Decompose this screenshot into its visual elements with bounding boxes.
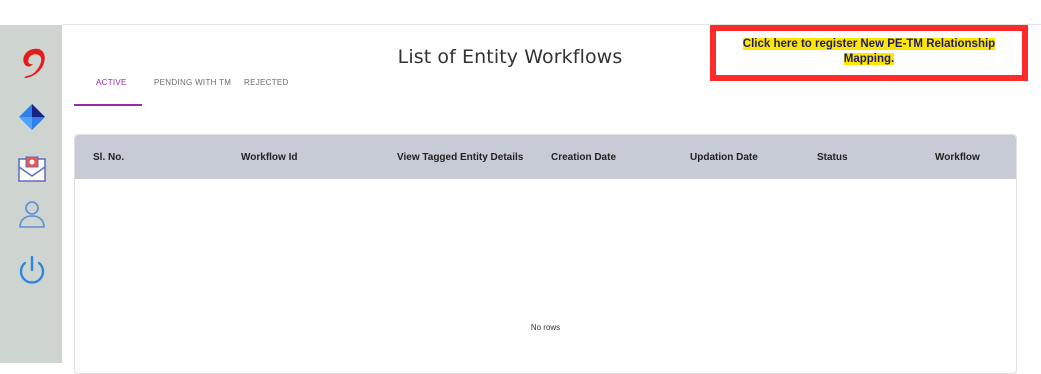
register-mapping-link[interactable]: Click here to register New PE-TM Relatio… [742,37,996,67]
sidebar [0,25,62,363]
tab-active[interactable]: ACTIVE [96,78,127,87]
column-header-sl-no[interactable]: Sl. No. [93,152,124,163]
column-header-status[interactable]: Status [817,152,848,163]
column-header-updation-date[interactable]: Updation Date [690,152,758,163]
register-link-line1: Click here to register New PE-TM Relatio… [742,38,996,50]
user-icon[interactable] [15,197,49,231]
register-callout: Click here to register New PE-TM Relatio… [710,25,1028,81]
column-header-creation-date[interactable]: Creation Date [551,152,616,163]
brand-logo-icon[interactable] [15,45,49,79]
tab-pending-with-tm[interactable]: PENDING WITH TM [154,78,231,87]
grid-header: Sl. No. Workflow Id View Tagged Entity D… [75,135,1016,179]
column-header-workflow-id[interactable]: Workflow Id [241,152,297,163]
mail-icon[interactable] [15,153,49,187]
workflows-grid: Sl. No. Workflow Id View Tagged Entity D… [74,134,1017,374]
power-icon[interactable] [15,254,49,288]
tab-rejected[interactable]: REJECTED [244,78,289,87]
column-header-workflow[interactable]: Workflow [935,152,980,163]
active-tab-indicator [74,104,142,106]
column-header-view-tagged-entity-details[interactable]: View Tagged Entity Details [397,152,523,163]
page-title: List of Entity Workflows [397,46,623,68]
diamond-icon[interactable] [15,100,49,134]
no-rows-message: No rows [530,323,561,332]
register-link-line2: Mapping. [843,53,895,65]
